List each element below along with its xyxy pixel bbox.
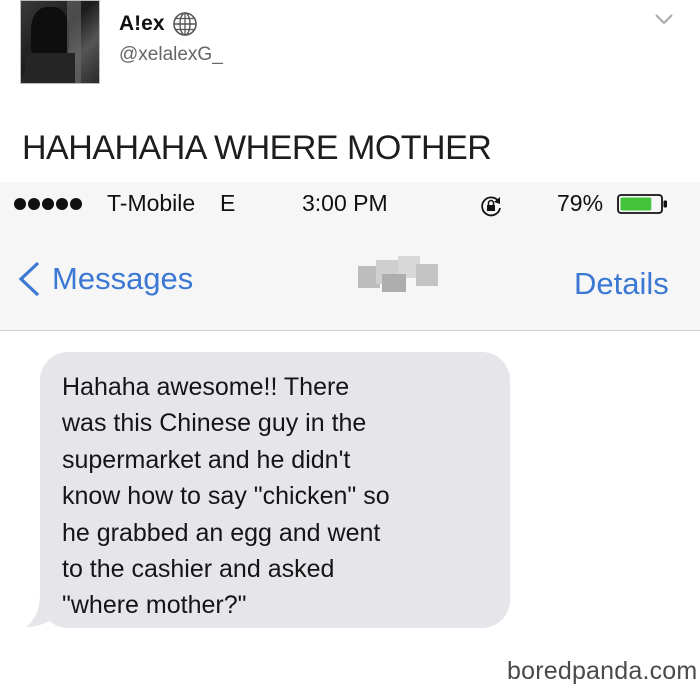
source-watermark: boredpanda.com bbox=[507, 657, 698, 685]
status-bar: T-Mobile E 3:00 PM 79% bbox=[0, 182, 700, 228]
user-handle[interactable]: @xelalexG_ bbox=[119, 44, 223, 66]
message-thread: Hahaha awesome!! There was this Chinese … bbox=[0, 331, 700, 700]
message-line: supermarket and he didn't bbox=[62, 445, 351, 474]
network-type: E bbox=[220, 190, 236, 216]
tweet-text: HAHAHAHA WHERE MOTHER bbox=[22, 129, 492, 167]
carrier-name: T-Mobile bbox=[107, 190, 196, 216]
embedded-phone-screenshot: T-Mobile E 3:00 PM 79% Messages Details … bbox=[0, 182, 700, 700]
chevron-down-icon[interactable] bbox=[653, 8, 675, 30]
display-name[interactable]: A!ex bbox=[119, 12, 165, 36]
messages-nav-bar: Messages Details bbox=[0, 228, 700, 331]
signal-strength-icon bbox=[14, 198, 82, 210]
battery-icon bbox=[617, 194, 667, 214]
message-line: was this Chinese guy in the bbox=[62, 409, 367, 438]
back-label: Messages bbox=[52, 261, 194, 296]
tweet-header: A!ex @xelalexG_ HAHAHAHA WHERE MOTHER bbox=[0, 0, 700, 182]
rotation-lock-icon bbox=[481, 196, 501, 217]
message-line: Hahaha awesome!! There bbox=[62, 373, 350, 401]
status-time: 3:00 PM bbox=[302, 190, 388, 216]
details-button[interactable]: Details bbox=[574, 266, 669, 302]
chevron-left-icon bbox=[18, 261, 40, 297]
avatar[interactable] bbox=[20, 0, 100, 84]
message-line: to the cashier and asked bbox=[62, 555, 335, 584]
globe-icon bbox=[172, 12, 197, 36]
battery-percent: 79% bbox=[557, 190, 604, 216]
message-line: he grabbed an egg and went bbox=[62, 518, 381, 547]
message-line: "where mother?" bbox=[62, 591, 247, 620]
message-line: know how to say "chicken" so bbox=[62, 482, 390, 511]
blurred-contact-name[interactable] bbox=[358, 256, 442, 292]
received-message-bubble[interactable]: Hahaha awesome!! There was this Chinese … bbox=[40, 352, 510, 628]
back-to-messages-button[interactable]: Messages bbox=[16, 260, 193, 298]
author-row: A!ex bbox=[119, 10, 199, 38]
